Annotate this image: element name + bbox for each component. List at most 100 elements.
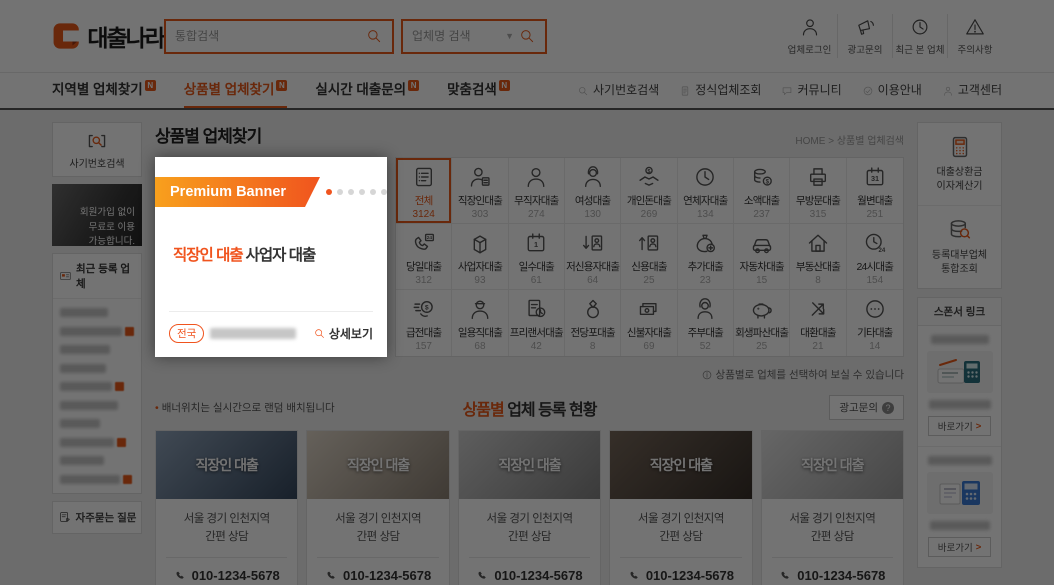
category-item[interactable]: 일용직대출68 — [452, 290, 508, 356]
category-item[interactable]: 기타대출14 — [847, 290, 903, 356]
company-card[interactable]: 직장인 대출서울 경기 인천지역 간편 상담010-1234-5678대출나라전… — [761, 430, 904, 585]
category-item[interactable]: 전체3124 — [396, 158, 452, 224]
card-phone[interactable]: 010-1234-5678 — [317, 568, 438, 583]
category-item[interactable]: 자동차대출15 — [734, 224, 790, 290]
category-item[interactable]: 신불자대출69 — [621, 290, 677, 356]
card-phone[interactable]: 010-1234-5678 — [772, 568, 893, 583]
card-phone[interactable]: 010-1234-5678 — [620, 568, 741, 583]
recent-company-item[interactable] — [60, 401, 134, 410]
fraud-number-search-box[interactable]: 사기번호검색 — [52, 122, 142, 177]
company-card[interactable]: 직장인 대출서울 경기 인천지역 간편 상담010-1234-5678대출나라전… — [458, 430, 601, 585]
quick-link-ad-inquiry[interactable]: 광고문의 — [837, 14, 892, 58]
free-signup-banner[interactable]: 회원가입 없이 무료로 이용 가능합니다. — [52, 184, 142, 246]
category-item[interactable]: 연체자대출134 — [678, 158, 734, 224]
nav-utility-official-company-lookup[interactable]: 정식업체조회 — [679, 73, 761, 108]
nav-item-1[interactable]: 상품별 업체찾기N — [184, 73, 288, 108]
banner-dot-3[interactable] — [359, 189, 365, 195]
phone-icon — [174, 569, 187, 582]
category-item[interactable]: $급전대출157 — [396, 290, 452, 356]
nav-utility-customer-center[interactable]: 고객센터 — [942, 73, 1002, 108]
faq-link[interactable]: 자주묻는 질문 — [52, 501, 142, 534]
nav-utility-community[interactable]: 커뮤니티 — [781, 73, 841, 108]
company-search-input[interactable] — [412, 29, 501, 43]
recent-company-item[interactable] — [60, 438, 134, 447]
category-item[interactable]: $개인돈대출269 — [621, 158, 677, 224]
logo[interactable]: 대출나라 — [52, 19, 164, 53]
category-item[interactable]: 무직자대출274 — [509, 158, 565, 224]
recent-company-item[interactable] — [60, 327, 134, 336]
new-badge — [117, 438, 126, 447]
header: 대출나라 ▼ 업체로그인광고문의최근 본 업체주의사항 — [0, 0, 1054, 73]
house-icon — [805, 230, 831, 256]
recent-company-item[interactable] — [60, 308, 134, 317]
go-button[interactable]: 바로가기> — [928, 537, 992, 557]
section-title: 상품별 업체 등록 현황 — [463, 396, 597, 420]
sponsor-item[interactable]: 바로가기> — [918, 446, 1001, 567]
chevron-down-icon[interactable]: ▼ — [505, 31, 514, 41]
card-product-tag: 직장인 대출 — [801, 455, 863, 475]
category-item[interactable]: $소액대출237 — [734, 158, 790, 224]
ad-inquiry-button[interactable]: 광고문의? — [829, 395, 904, 420]
nav-item-0[interactable]: 지역별 업체찾기N — [52, 73, 156, 108]
sponsor-box: 스폰서 링크 바로가기> 바로가기> — [917, 297, 1002, 568]
premium-banner[interactable]: Premium Banner 직장인 대출사업자 대출 전국 상세보기 — [155, 157, 387, 357]
loan-calculator-link[interactable]: 대출상환금 이자계산기 — [918, 123, 1001, 205]
company-card[interactable]: 직장인 대출서울 경기 인천지역 간편 상담010-1234-5678대출나라전… — [155, 430, 298, 585]
category-item[interactable]: 회생파산대출25 — [734, 290, 790, 356]
go-button[interactable]: 바로가기> — [928, 416, 992, 436]
nav-utility-fraud-number-search[interactable]: 사기번호검색 — [577, 73, 659, 108]
search-icon[interactable] — [365, 27, 383, 45]
company-card[interactable]: 직장인 대출서울 경기 인천지역 간편 상담010-1234-5678대출나라전… — [609, 430, 752, 585]
card-product-tag: 직장인 대출 — [347, 455, 409, 475]
category-item[interactable]: 저신용자대출64 — [565, 224, 621, 290]
lender-registry-link[interactable]: 등록대부업체 통합조회 — [918, 205, 1001, 288]
category-item[interactable]: 24당일대출312 — [396, 224, 452, 290]
category-item[interactable]: 전당포대출8 — [565, 290, 621, 356]
category-item[interactable]: 무방문대출315 — [790, 158, 846, 224]
detail-link[interactable]: 상세보기 — [313, 325, 373, 342]
category-item[interactable]: 직장인대출303 — [452, 158, 508, 224]
card-phone[interactable]: 010-1234-5678 — [166, 568, 287, 583]
category-item[interactable]: 대환대출21 — [790, 290, 846, 356]
recent-company-item[interactable] — [60, 456, 134, 465]
masked-company-name — [210, 328, 296, 339]
quick-link-recently-viewed[interactable]: 최근 본 업체 — [892, 14, 947, 58]
category-item[interactable]: 사업자대출93 — [452, 224, 508, 290]
page-root: 대출나라 ▼ 업체로그인광고문의최근 본 업체주의사항 지역별 업체찾기N 상품별… — [0, 0, 1054, 585]
global-search-input[interactable] — [175, 29, 361, 43]
logo-text: 대출나라 — [87, 19, 164, 53]
category-item[interactable]: 추가대출23 — [678, 224, 734, 290]
category-item[interactable]: 2424시대출154 — [847, 224, 903, 290]
recent-company-item[interactable] — [60, 419, 134, 428]
category-item[interactable]: 1일수대출61 — [509, 224, 565, 290]
nav-item-2[interactable]: 실시간 대출문의N — [315, 73, 419, 108]
quick-link-company-login[interactable]: 업체로그인 — [782, 14, 837, 58]
ring-icon — [580, 296, 606, 322]
new-badge — [125, 327, 134, 336]
banner-dot-1[interactable] — [337, 189, 343, 195]
left-sidebar: 사기번호검색 회원가입 없이 무료로 이용 가능합니다. 최근 등록 업체 자주… — [52, 122, 142, 534]
nav-utility-guide[interactable]: 이용안내 — [862, 73, 922, 108]
quick-link-caution[interactable]: 주의사항 — [947, 14, 1002, 58]
banner-dot-2[interactable] — [348, 189, 354, 195]
company-card[interactable]: 직장인 대출서울 경기 인천지역 간편 상담010-1234-5678대출나라전… — [306, 430, 449, 585]
sponsor-item[interactable]: 바로가기> — [918, 326, 1001, 446]
banner-dot-5[interactable] — [381, 189, 387, 195]
category-item[interactable]: 주부대출52 — [678, 290, 734, 356]
car-icon — [749, 230, 775, 256]
category-item[interactable]: 부동산대출8 — [790, 224, 846, 290]
recent-company-item[interactable] — [60, 345, 134, 354]
category-item[interactable]: 프리랜서대출42 — [509, 290, 565, 356]
category-item[interactable]: 여성대출130 — [565, 158, 621, 224]
recent-companies-list — [53, 299, 141, 493]
search-icon[interactable] — [518, 27, 536, 45]
recent-company-item[interactable] — [60, 364, 134, 373]
category-item[interactable]: 31월변대출251 — [847, 158, 903, 224]
category-item[interactable]: 신용대출25 — [621, 224, 677, 290]
nav-item-3[interactable]: 맞춤검색N — [447, 73, 510, 108]
banner-dot-4[interactable] — [370, 189, 376, 195]
banner-dot-0[interactable] — [326, 189, 332, 195]
recent-company-item[interactable] — [60, 382, 134, 391]
recent-company-item[interactable] — [60, 475, 134, 484]
card-phone[interactable]: 010-1234-5678 — [469, 568, 590, 583]
